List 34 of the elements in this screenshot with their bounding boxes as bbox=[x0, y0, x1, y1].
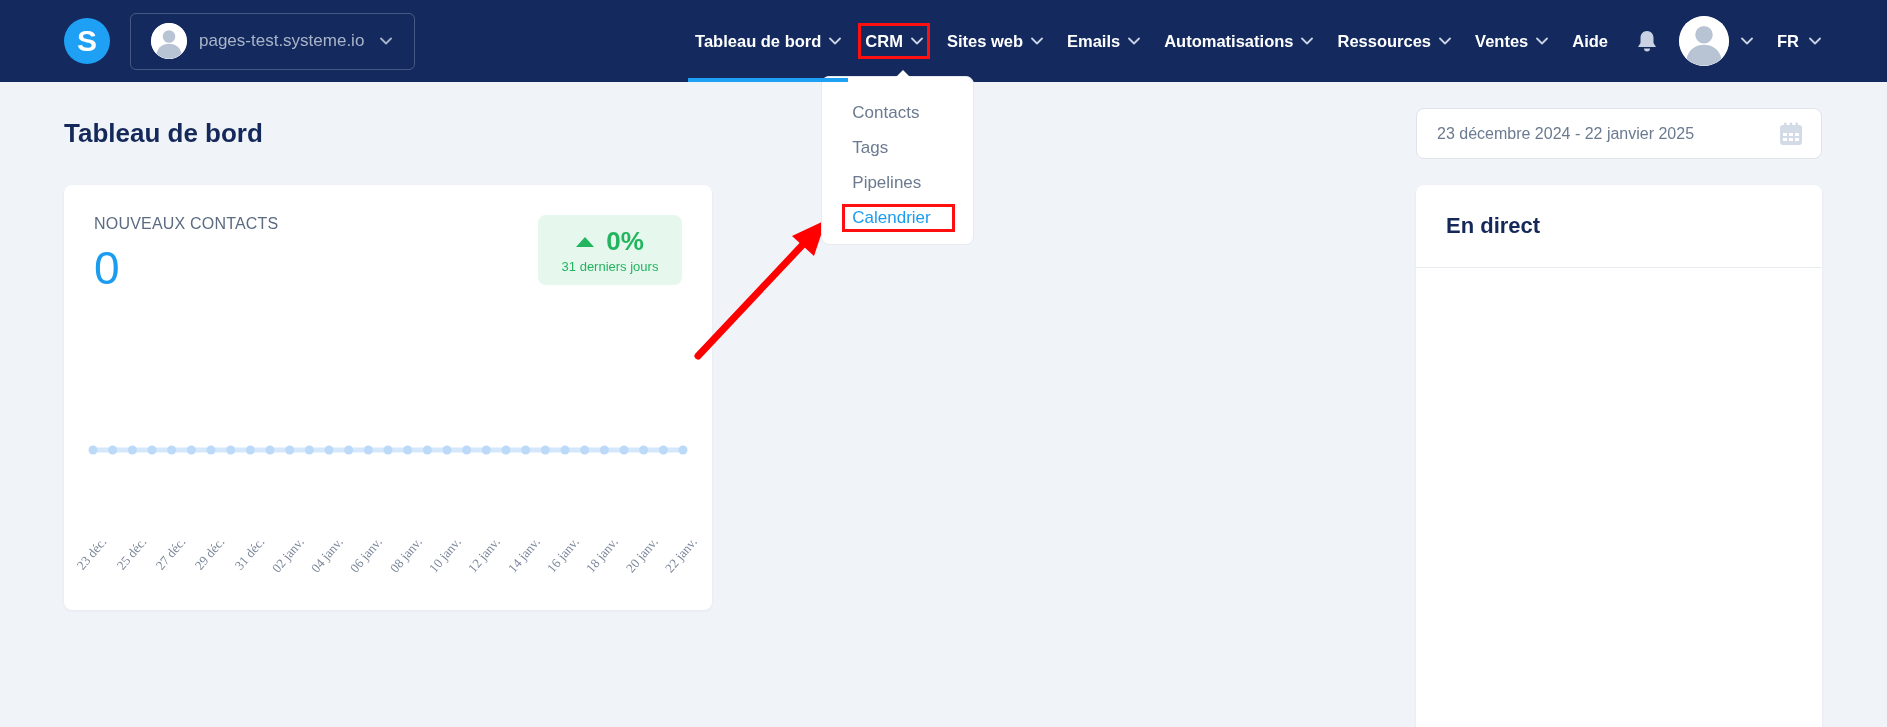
avatar-icon bbox=[151, 23, 187, 59]
language-selector[interactable]: FR bbox=[1771, 30, 1827, 52]
nav-menu-item[interactable]: Sites web bbox=[939, 0, 1050, 82]
nav-menu-item[interactable]: Emails bbox=[1060, 0, 1148, 82]
axis-label: 29 déc. bbox=[192, 535, 228, 573]
dropdown-item[interactable]: Tags bbox=[842, 134, 956, 162]
change-percent: 0% bbox=[606, 226, 644, 257]
nav-menu-item[interactable]: CRM bbox=[858, 0, 930, 82]
card-title: En direct bbox=[1446, 213, 1541, 239]
axis-label: 23 déc. bbox=[74, 535, 110, 573]
date-range-field[interactable]: 23 décembre 2024 - 22 janvier 2025 bbox=[1416, 108, 1822, 159]
calendar-icon bbox=[1779, 121, 1803, 146]
site-selector[interactable]: pages-test.systeme.io bbox=[130, 12, 415, 70]
change-period: 31 derniers jours bbox=[561, 259, 659, 274]
caret-icon bbox=[1809, 37, 1821, 45]
axis-label: 25 déc. bbox=[114, 535, 150, 573]
avatar-icon bbox=[1679, 16, 1729, 66]
contacts-count: 0 bbox=[94, 245, 121, 291]
up-triangle-icon bbox=[576, 236, 595, 247]
dropdown-item[interactable]: Pipelines bbox=[842, 169, 956, 197]
nav-menu-item[interactable]: Ventes bbox=[1468, 0, 1556, 82]
caret-icon bbox=[380, 37, 393, 45]
page-title: Tableau de bord bbox=[64, 118, 263, 149]
user-menu-button[interactable] bbox=[1679, 16, 1753, 66]
bell-icon bbox=[1637, 30, 1657, 52]
card-title: NOUVEAUX CONTACTS bbox=[94, 215, 279, 233]
dropdown-item[interactable]: Contacts bbox=[842, 99, 956, 127]
caret-icon bbox=[1741, 37, 1753, 45]
axis-label: 31 déc. bbox=[232, 535, 268, 573]
notifications-button[interactable] bbox=[1637, 30, 1657, 52]
axis-label: 27 déc. bbox=[153, 535, 189, 573]
nav-menu-item[interactable]: Automatisations bbox=[1157, 0, 1321, 82]
nav-menu-item[interactable]: Aide bbox=[1565, 0, 1615, 82]
nav-menu-item[interactable]: Ressources bbox=[1330, 0, 1459, 82]
